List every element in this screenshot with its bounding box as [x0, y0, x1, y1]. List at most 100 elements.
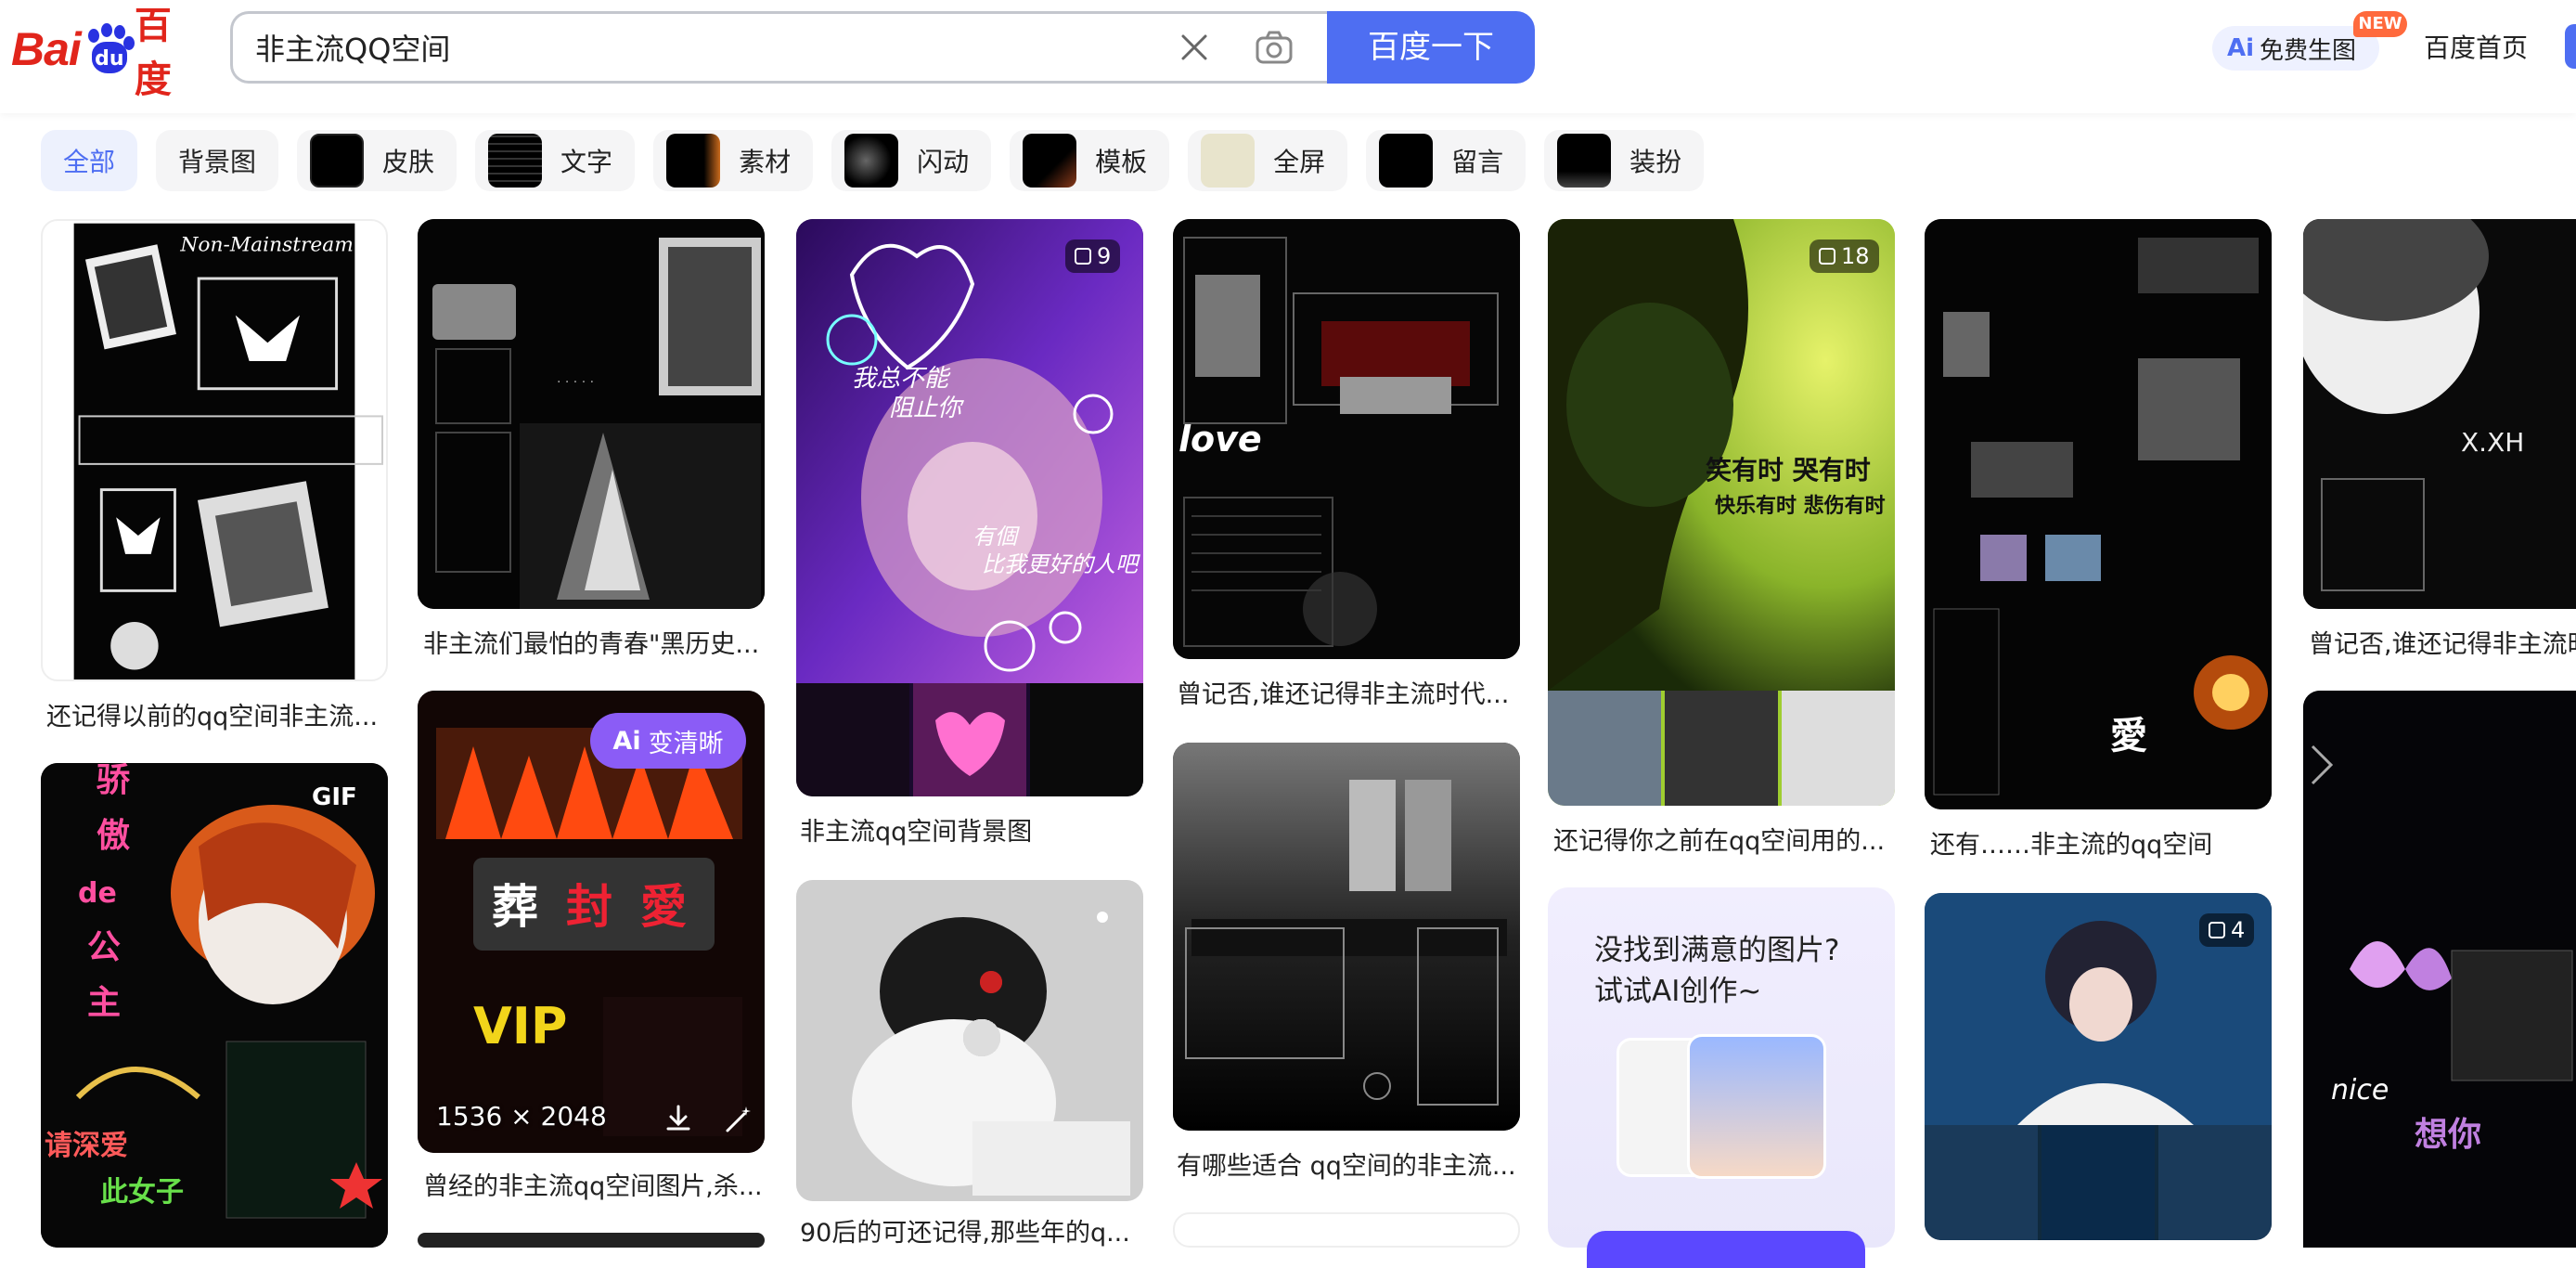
svg-text:快乐有时 悲伤有时: 快乐有时 悲伤有时 — [1715, 494, 1886, 518]
image-dimensions: 1536 × 2048 — [436, 1101, 607, 1132]
result-caption[interactable]: 还记得你之前在qq空间用的... — [1553, 821, 1897, 857]
filter-background[interactable]: 背景图 — [156, 130, 279, 191]
search-box — [230, 11, 1329, 84]
filter-thumbnail — [1379, 134, 1434, 188]
search-input[interactable] — [255, 14, 1090, 81]
result-image — [796, 880, 1143, 1201]
result-image-card[interactable]: 葬 封 愛 VIP Ai 变清晰 1536 × 2048 — [418, 691, 765, 1153]
result-image-card[interactable]: 愛 — [1925, 219, 2272, 809]
svg-text:想你: 想你 — [2415, 1116, 2481, 1154]
gif-badge: GIF — [312, 783, 357, 811]
gallery-icon — [2209, 922, 2225, 938]
filter-thumbnail — [666, 134, 721, 188]
gallery-icon — [1075, 248, 1091, 265]
result-caption[interactable]: 90后的可还记得,那些年的q... — [800, 1212, 1143, 1249]
result-image — [1173, 743, 1520, 1131]
result-image: nice 想你 — [2303, 691, 2576, 1248]
image-count-badge: 9 — [1065, 239, 1121, 273]
search-button[interactable]: 百度一下 — [1327, 11, 1535, 84]
svg-text:请深爱: 请深爱 — [45, 1130, 128, 1162]
svg-text:此女子: 此女子 — [100, 1176, 184, 1209]
filter-skin[interactable]: 皮肤 — [297, 130, 457, 191]
result-caption[interactable]: 还有……非主流的qq空间 — [1930, 824, 2273, 860]
result-image: Non-Mainstream — [73, 223, 384, 679]
svg-text:主: 主 — [87, 984, 121, 1022]
result-image: X.XH — [2303, 219, 2576, 609]
result-image-card[interactable]: nice 想你 — [2303, 691, 2576, 1248]
filter-message[interactable]: 留言 — [1366, 130, 1526, 191]
result-caption[interactable]: 曾记否,谁还记得非主流时 — [2309, 624, 2576, 660]
filter-thumbnail — [1201, 134, 1256, 188]
filter-thumbnail — [1023, 134, 1077, 188]
svg-text:nice: nice — [2331, 1074, 2389, 1106]
filter-bar: 全部 背景图 皮肤 文字 素材 闪动 模板 全屏 留言 装扮 — [41, 130, 1705, 191]
ai-promo-subtitle: 试试AI创作~ — [1594, 975, 1762, 1008]
svg-text:de: de — [78, 877, 117, 910]
filter-text[interactable]: 文字 — [475, 130, 636, 191]
result-image-card[interactable] — [796, 880, 1143, 1201]
result-image: 骄 傲 de 公 主 请深爱 此女子 — [41, 763, 388, 1248]
filter-dressup[interactable]: 装扮 — [1544, 130, 1705, 191]
result-caption[interactable]: 非主流qq空间背景图 — [800, 811, 1143, 847]
result-image-card[interactable]: Non-Mainstream — [41, 219, 388, 681]
result-image: · · · · · — [418, 219, 765, 609]
svg-text:公: 公 — [87, 928, 121, 966]
result-caption[interactable]: 曾记否,谁还记得非主流时代... — [1177, 674, 1520, 710]
magic-wand-icon[interactable] — [724, 1105, 753, 1134]
new-badge: NEW — [2353, 11, 2407, 37]
top-bar: Bai du 百度 百度一下 Ai 免费生图 NEW 百度首页 — [0, 0, 2576, 113]
image-text: Non-Mainstream — [179, 233, 353, 256]
image-count-badge: 18 — [1810, 239, 1879, 273]
result-image-card[interactable]: · · · · · — [418, 219, 765, 609]
svg-text:愛: 愛 — [640, 880, 687, 934]
login-button-edge[interactable] — [2565, 24, 2576, 69]
result-image: 愛 — [1925, 219, 2272, 809]
result-image-card[interactable] — [1173, 1212, 1520, 1248]
svg-text:愛: 愛 — [2110, 715, 2147, 757]
image-text: love — [1179, 419, 1262, 459]
filter-thumbnail — [844, 134, 899, 188]
filter-flash[interactable]: 闪动 — [831, 130, 992, 191]
image-count-badge: 4 — [2199, 913, 2255, 947]
result-image-card[interactable] — [418, 1233, 765, 1248]
ai-free-generate-label: 免费生图 — [2260, 36, 2357, 65]
baidu-logo[interactable]: Bai du 百度 — [11, 5, 206, 101]
result-image-card[interactable]: 骄 傲 de 公 主 请深爱 此女子 GIF — [41, 763, 388, 1248]
result-caption[interactable]: 还记得以前的qq空间非主流... — [46, 696, 390, 732]
filter-thumbnail — [310, 134, 365, 188]
result-image: 我总不能 阻止你 有個 比我更好的人吧 — [796, 219, 1143, 796]
clear-icon[interactable] — [1176, 29, 1213, 66]
svg-text:葬: 葬 — [492, 880, 538, 934]
svg-text:傲: 傲 — [97, 817, 130, 855]
svg-text:· · · · ·: · · · · · — [557, 375, 594, 390]
ai-creation-promo[interactable]: 没找到满意的图片? 试试AI创作~ — [1548, 887, 1895, 1268]
result-image-card[interactable]: X.XH — [2303, 219, 2576, 609]
ai-icon: Ai — [612, 726, 641, 756]
result-image-card[interactable]: 笑有时 哭有时 快乐有时 悲伤有时 18 — [1548, 219, 1895, 806]
camera-icon[interactable] — [1254, 27, 1294, 68]
svg-text:有個: 有個 — [972, 524, 1020, 550]
baidu-home-link[interactable]: 百度首页 — [2424, 28, 2528, 65]
ai-sample-render — [1687, 1034, 1826, 1179]
result-caption[interactable]: 非主流们最怕的青春"黑历史... — [423, 624, 766, 660]
result-image-card[interactable] — [1173, 743, 1520, 1131]
logo-text-cn: 百度 — [134, 5, 172, 101]
result-image-card[interactable]: 我总不能 阻止你 有個 比我更好的人吧 9 — [796, 219, 1143, 796]
gallery-icon — [1819, 248, 1835, 265]
paw-icon: du — [83, 23, 135, 75]
filter-all[interactable]: 全部 — [41, 130, 138, 191]
result-image-card[interactable]: 4 — [1925, 893, 2272, 1240]
filter-thumbnail — [1557, 134, 1612, 188]
result-image-card[interactable]: love — [1173, 219, 1520, 659]
ai-create-button[interactable] — [1587, 1231, 1865, 1268]
filter-fullscreen[interactable]: 全屏 — [1188, 130, 1348, 191]
enhance-clarity-button[interactable]: Ai 变清晰 — [590, 713, 746, 769]
svg-text:骄: 骄 — [97, 763, 131, 799]
filter-material[interactable]: 素材 — [653, 130, 814, 191]
result-caption[interactable]: 有哪些适合 qq空间的非主流... — [1177, 1145, 1520, 1182]
result-caption[interactable]: 曾经的非主流qq空间图片,杀... — [423, 1166, 766, 1202]
download-icon[interactable] — [663, 1103, 694, 1134]
svg-text:阻止你: 阻止你 — [889, 395, 965, 422]
svg-text:笑有时 哭有时: 笑有时 哭有时 — [1706, 455, 1871, 485]
filter-template[interactable]: 模板 — [1010, 130, 1170, 191]
